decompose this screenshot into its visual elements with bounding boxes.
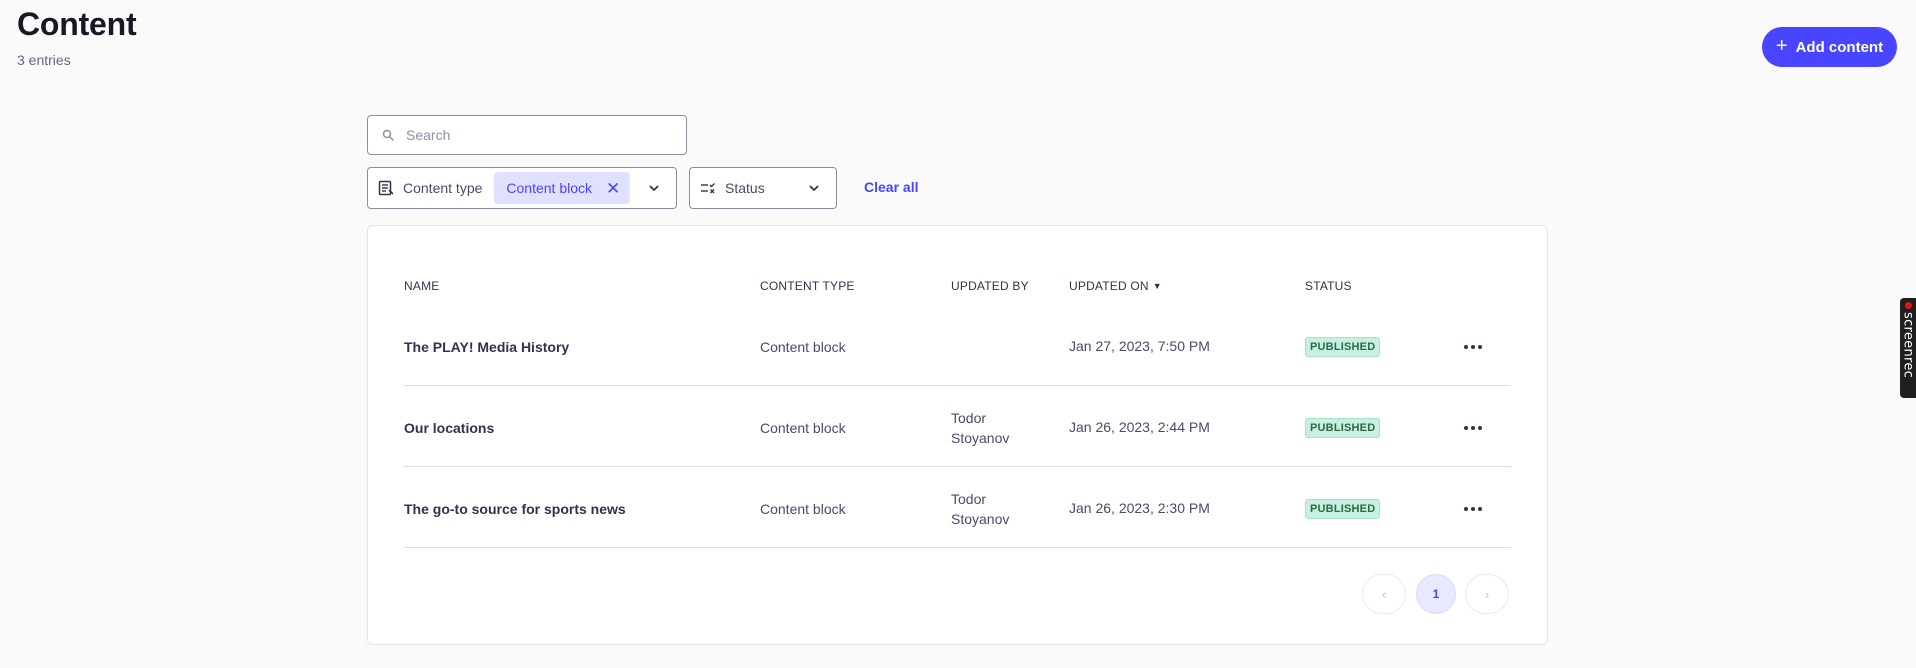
dot <box>1471 345 1475 349</box>
screenrec-label: screenrec <box>1900 312 1916 379</box>
cell-updated-on: Jan 26, 2023, 2:30 PM <box>1069 500 1210 516</box>
dot <box>1464 507 1468 511</box>
status-filter[interactable]: Status <box>689 167 837 209</box>
content-type-label: Content type <box>403 180 483 196</box>
tag-label: Content block <box>506 180 592 196</box>
updated-by-first: Todor <box>951 410 987 426</box>
dot <box>1478 426 1482 430</box>
updated-by-last: Stoyanov <box>951 511 1010 527</box>
dot <box>1471 507 1475 511</box>
clear-all-link[interactable]: Clear all <box>864 179 918 195</box>
sort-caret-icon: ▼ <box>1152 281 1162 291</box>
add-content-label: Add content <box>1795 38 1884 56</box>
table-row[interactable]: The go-to source for sports news Content… <box>404 467 1511 548</box>
cell-updated-by: Todor Stoyanov <box>951 489 1009 529</box>
table-row[interactable]: Our locations Content block Todor Stoyan… <box>404 386 1511 467</box>
search-box[interactable] <box>367 115 687 155</box>
status-badge: PUBLISHED <box>1305 499 1381 519</box>
cell-name: The PLAY! Media History <box>404 339 570 355</box>
next-page-button[interactable]: › <box>1465 574 1509 614</box>
chevron-right-icon: › <box>1484 586 1490 602</box>
updated-by-first: Todor <box>951 491 987 507</box>
content-type-filter[interactable]: Content type Content block ✕ <box>367 167 677 209</box>
page-title: Content <box>17 6 137 42</box>
table-row[interactable]: The PLAY! Media History Content block Ja… <box>404 305 1511 386</box>
search-icon <box>382 129 394 141</box>
more-actions-button[interactable] <box>1458 499 1488 519</box>
dot <box>1478 345 1482 349</box>
status-label: Status <box>725 180 765 196</box>
cell-updated-on: Jan 27, 2023, 7:50 PM <box>1069 338 1210 354</box>
chevron-down-icon[interactable] <box>808 181 822 195</box>
add-content-button[interactable]: + Add content <box>1762 27 1897 67</box>
cell-content-type: Content block <box>760 420 846 436</box>
column-header-updated-on-label: Updated on <box>1069 279 1149 293</box>
dot <box>1478 507 1482 511</box>
more-actions-button[interactable] <box>1458 337 1488 357</box>
previous-page-button[interactable]: ‹ <box>1362 574 1406 614</box>
content-table: Name Content type Updated by Updated on ▼… <box>367 225 1548 645</box>
search-input[interactable] <box>406 127 666 143</box>
content-page: Content 3 entries + Add content Content … <box>0 0 1916 668</box>
updated-by-last: Stoyanov <box>951 430 1010 446</box>
column-header-status[interactable]: Status <box>1305 279 1352 293</box>
cell-content-type: Content block <box>760 339 846 355</box>
entries-count: 3 entries <box>17 52 71 68</box>
status-filter-icon <box>700 180 716 196</box>
column-header-name[interactable]: Name <box>404 279 439 293</box>
record-dot-icon <box>1904 302 1912 309</box>
content-type-icon <box>378 180 394 196</box>
column-header-updated-by[interactable]: Updated by <box>951 279 1029 293</box>
cell-content-type: Content block <box>760 501 846 517</box>
chevron-left-icon: ‹ <box>1381 586 1387 602</box>
cell-updated-on: Jan 26, 2023, 2:44 PM <box>1069 419 1210 435</box>
column-header-content-type[interactable]: Content type <box>760 279 855 293</box>
plus-icon: + <box>1775 35 1788 57</box>
status-badge: PUBLISHED <box>1305 337 1381 357</box>
dot <box>1471 426 1475 430</box>
column-header-updated-on[interactable]: Updated on ▼ <box>1069 279 1162 293</box>
close-icon[interactable]: ✕ <box>606 180 620 197</box>
dot <box>1464 345 1468 349</box>
cell-updated-by: Todor Stoyanov <box>951 408 1009 448</box>
status-badge: PUBLISHED <box>1305 418 1381 438</box>
cell-name: Our locations <box>404 420 495 436</box>
cell-name: The go-to source for sports news <box>404 501 626 517</box>
content-block-tag[interactable]: Content block ✕ <box>494 172 631 204</box>
page-button-1[interactable]: 1 <box>1416 574 1456 614</box>
chevron-down-icon[interactable] <box>648 181 662 195</box>
screenrec-tab[interactable]: screenrec <box>1900 298 1916 398</box>
dot <box>1464 426 1468 430</box>
more-actions-button[interactable] <box>1458 418 1488 438</box>
